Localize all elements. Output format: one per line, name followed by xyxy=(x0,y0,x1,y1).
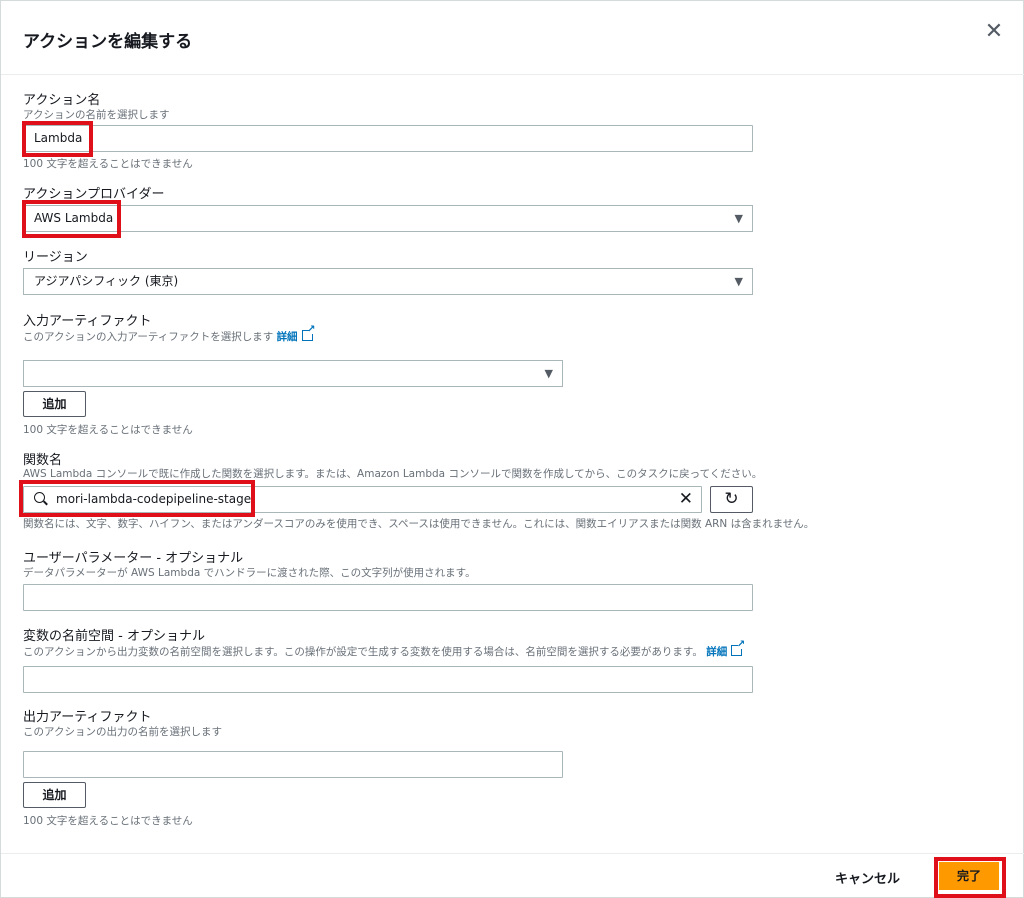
highlight-box xyxy=(19,480,255,517)
user-parameters-label: ユーザーパラメーター - オプショナル xyxy=(23,551,244,566)
modal-footer: キャンセル 完了 xyxy=(1,853,1024,898)
user-parameters-input[interactable] xyxy=(23,584,753,611)
caret-down-icon: ▼ xyxy=(544,367,553,380)
cancel-button[interactable]: キャンセル xyxy=(835,868,900,887)
input-artifacts-description: このアクションの入力アーティファクトを選択します 詳細 xyxy=(23,324,316,344)
action-name-input[interactable]: Lambda xyxy=(23,125,753,152)
external-link-icon xyxy=(301,324,316,341)
function-name-hint: 関数名には、文字、数字、ハイフン、またはアンダースコアのみを使用でき、スペースは… xyxy=(23,518,815,530)
action-name-description: アクションの名前を選択します xyxy=(23,109,170,121)
input-artifacts-hint: 100 文字を超えることはできません xyxy=(23,424,193,436)
input-artifacts-info-link[interactable]: 詳細 xyxy=(276,324,316,343)
close-icon[interactable]: ✕ xyxy=(983,21,1005,43)
function-name-description: AWS Lambda コンソールで既に作成した関数を選択します。または、Amaz… xyxy=(23,468,763,480)
refresh-icon: ↻ xyxy=(724,489,739,509)
external-link-icon xyxy=(731,639,745,656)
add-input-artifact-button[interactable]: 追加 xyxy=(23,391,86,417)
clear-icon[interactable]: ✕ xyxy=(679,487,693,512)
variable-namespace-description-text: このアクションから出力変数の名前空間を選択します。この操作が設定で生成する変数を… xyxy=(23,646,703,658)
add-output-artifact-button[interactable]: 追加 xyxy=(23,782,86,808)
region-label: リージョン xyxy=(23,250,88,265)
output-artifacts-hint: 100 文字を超えることはできません xyxy=(23,815,193,827)
variable-namespace-info-link[interactable]: 詳細 xyxy=(706,639,745,658)
input-artifacts-description-text: このアクションの入力アーティファクトを選択します xyxy=(23,331,274,343)
output-artifacts-label: 出力アーティファクト xyxy=(23,710,152,725)
action-name-hint: 100 文字を超えることはできません xyxy=(23,158,193,170)
info-link-label: 詳細 xyxy=(706,646,728,658)
edit-action-modal: アクションを編集する ✕ アクション名 アクションの名前を選択します Lambd… xyxy=(0,0,1024,898)
input-artifacts-label: 入力アーティファクト xyxy=(23,314,152,329)
highlight-box xyxy=(22,200,121,238)
info-link-label: 詳細 xyxy=(276,331,298,343)
highlight-box xyxy=(22,121,93,157)
output-artifacts-description: このアクションの出力の名前を選択します xyxy=(23,726,222,738)
region-value: アジアパシフィック (東京) xyxy=(34,274,179,288)
caret-down-icon: ▼ xyxy=(734,275,743,288)
modal-header: アクションを編集する ✕ xyxy=(1,1,1024,75)
caret-down-icon: ▼ xyxy=(734,212,743,225)
modal-title: アクションを編集する xyxy=(23,32,193,52)
highlight-box xyxy=(934,857,1006,898)
action-provider-select[interactable]: AWS Lambda ▼ xyxy=(23,205,753,232)
variable-namespace-description: このアクションから出力変数の名前空間を選択します。この操作が設定で生成する変数を… xyxy=(23,639,745,659)
refresh-button[interactable]: ↻ xyxy=(710,486,753,513)
user-parameters-description: データパラメーターが AWS Lambda でハンドラーに渡された際、この文字列… xyxy=(23,567,476,579)
variable-namespace-label: 変数の名前空間 - オプショナル xyxy=(23,629,205,644)
action-name-label: アクション名 xyxy=(23,93,101,108)
input-artifacts-select[interactable]: ▼ xyxy=(23,360,563,387)
output-artifacts-input[interactable] xyxy=(23,751,563,778)
variable-namespace-input[interactable] xyxy=(23,666,753,693)
region-select[interactable]: アジアパシフィック (東京) ▼ xyxy=(23,268,753,295)
